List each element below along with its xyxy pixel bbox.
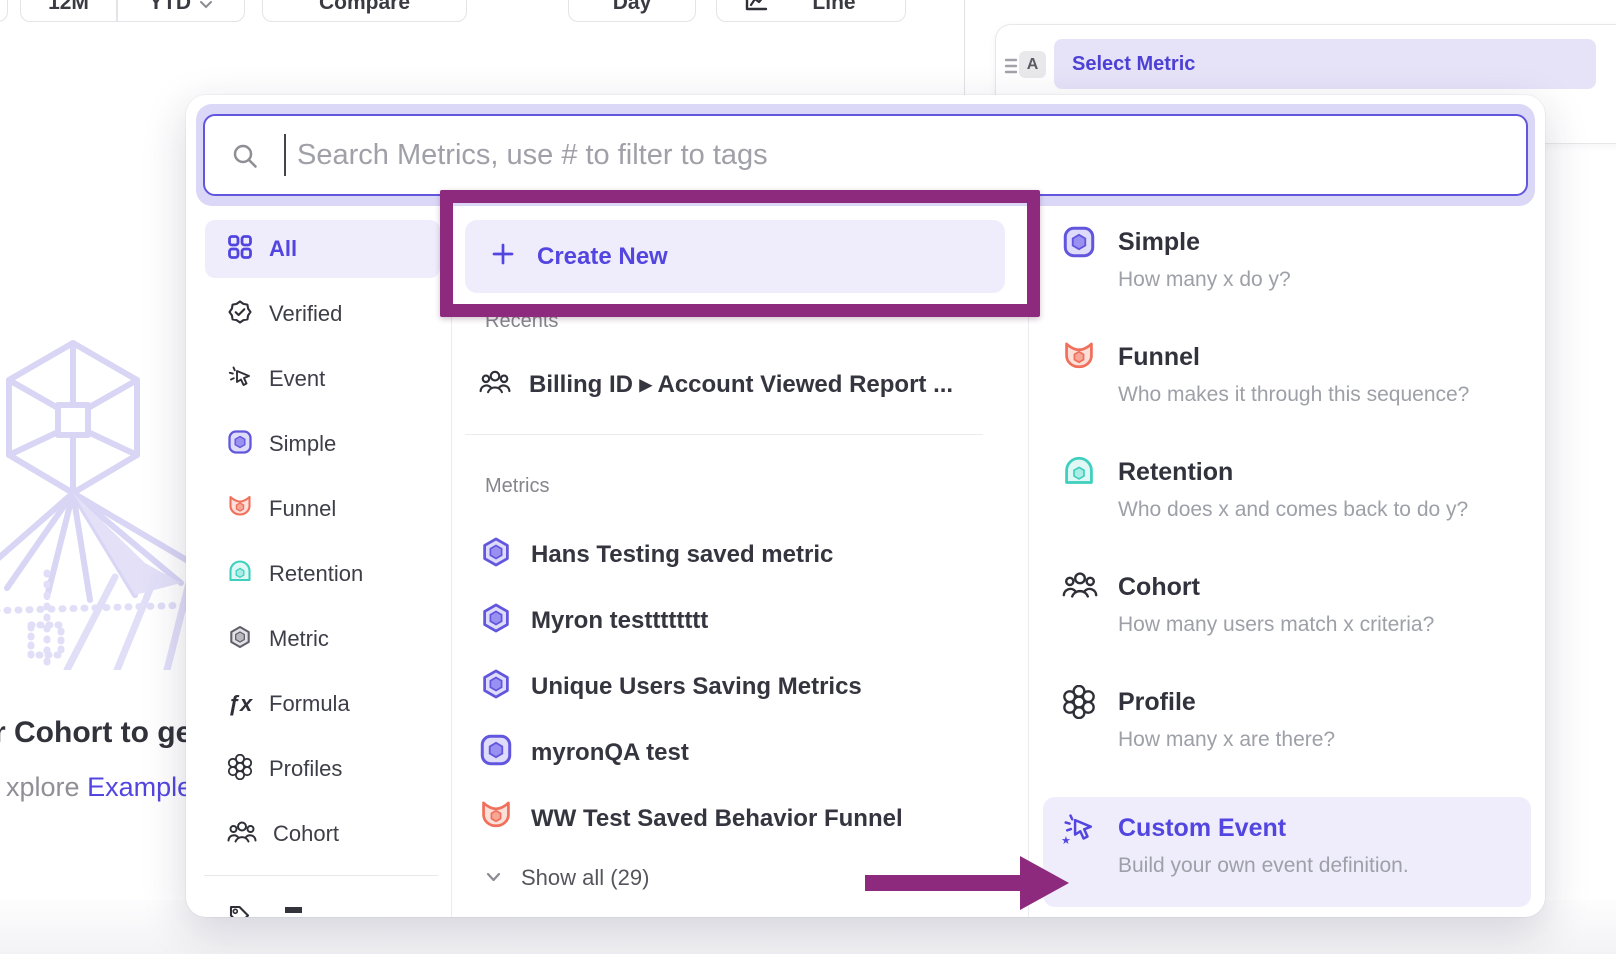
- empty-state-headline: r Cohort to ge: [0, 716, 192, 750]
- range-ytd-button[interactable]: YTD: [116, 0, 246, 15]
- screen: 12M YTD Compare Day Line A Select Metric: [0, 0, 1616, 954]
- recent-item-billing[interactable]: Billing ID ▸ Account Viewed Report ...: [479, 369, 953, 400]
- profiles-flower-icon: [227, 754, 253, 785]
- sidebar-item-funnel[interactable]: Funnel: [205, 480, 440, 538]
- sidebar-item-all[interactable]: All: [205, 220, 440, 278]
- cohort-people-icon: [227, 820, 257, 849]
- tag-icon: [227, 903, 253, 917]
- metric-hexagon-icon: [479, 601, 513, 640]
- metric-hexagon-icon: [479, 535, 513, 574]
- formula-icon: ƒx: [227, 691, 253, 717]
- metric-list-item[interactable]: Hans Testing saved metric: [479, 535, 833, 574]
- clipped-label-fragment: [285, 907, 302, 913]
- profiles-flower-icon: [1062, 685, 1096, 724]
- metrics-section-label: Metrics: [485, 475, 549, 498]
- search-icon: [231, 142, 259, 175]
- sidebar-item-simple[interactable]: Simple: [205, 415, 440, 473]
- cohort-people-icon: [479, 369, 511, 400]
- date-range-group[interactable]: 12M YTD: [20, 0, 245, 22]
- simple-icon: [1062, 225, 1096, 264]
- metric-list-item[interactable]: Myron testttttttt: [479, 601, 708, 640]
- text-cursor: [284, 134, 286, 176]
- search-field[interactable]: [203, 114, 1528, 196]
- show-all-toggle[interactable]: Show all (29): [486, 865, 649, 891]
- chevron-down-icon: [486, 869, 501, 887]
- verified-badge-icon: [227, 299, 253, 330]
- metric-hexagon-icon: [227, 624, 253, 655]
- day-button[interactable]: Day: [568, 0, 696, 22]
- recents-metrics-divider: [465, 434, 983, 435]
- simple-icon: [227, 429, 253, 460]
- metric-list-item[interactable]: Unique Users Saving Metrics: [479, 667, 862, 706]
- sidebar-item-retention[interactable]: Retention: [205, 545, 440, 603]
- sidebar-item-metric[interactable]: Metric: [205, 610, 440, 668]
- annotation-highlight-box: [440, 190, 1040, 317]
- funnel-icon: [227, 494, 253, 525]
- sidebar-divider: [451, 215, 452, 917]
- retention-icon: [227, 559, 253, 590]
- metric-hexagon-icon: [479, 667, 513, 706]
- retention-icon: [1062, 455, 1096, 494]
- sidebar-item-formula[interactable]: ƒx Formula: [205, 675, 440, 733]
- event-cursor-icon: [227, 364, 253, 395]
- custom-event-icon: ★: [1062, 811, 1096, 845]
- empty-state-illustration: [0, 325, 200, 670]
- custom-event-highlight: [1043, 797, 1531, 907]
- cohort-people-icon: [1062, 570, 1098, 605]
- sidebar-item-verified[interactable]: Verified: [205, 285, 440, 343]
- select-metric-button[interactable]: Select Metric: [1054, 39, 1596, 89]
- funnel-icon: [479, 799, 513, 838]
- sidebar-section-divider: [204, 875, 438, 876]
- drag-handle-icon[interactable]: [1002, 56, 1020, 81]
- metric-list-item[interactable]: myronQA test: [479, 733, 689, 772]
- compare-button[interactable]: Compare: [262, 0, 467, 22]
- simple-icon: [479, 733, 513, 772]
- chevron-down-icon: [199, 0, 213, 15]
- toolbar-fragment-button[interactable]: [0, 0, 8, 22]
- types-divider: [1028, 215, 1029, 917]
- series-letter-badge: A: [1019, 51, 1046, 78]
- funnel-icon: [1062, 340, 1096, 379]
- range-12m-button[interactable]: 12M: [21, 0, 116, 15]
- star-icon: ★: [1061, 834, 1071, 847]
- sidebar-item-event[interactable]: Event: [205, 350, 440, 408]
- annotation-arrow: [858, 848, 1076, 916]
- sidebar-item-profiles[interactable]: Profiles: [205, 740, 440, 798]
- metric-list-item[interactable]: WW Test Saved Behavior Funnel: [479, 799, 903, 838]
- sidebar-item-cohort[interactable]: Cohort: [205, 805, 440, 863]
- line-chart-type-button[interactable]: Line: [716, 0, 906, 22]
- grid-icon: [227, 234, 253, 265]
- search-input[interactable]: [297, 116, 1497, 194]
